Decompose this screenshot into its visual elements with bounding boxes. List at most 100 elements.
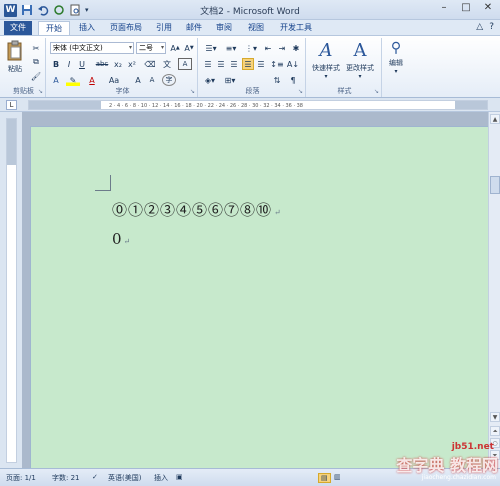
format-painter-icon[interactable]: 🖌: [30, 70, 42, 82]
sort-icon[interactable]: A↓: [286, 58, 300, 70]
maximize-button[interactable]: □: [460, 2, 472, 13]
ruler-ticks: 2 · 4 · 6 · 8 · 10 · 12 · 14 · 16 · 18 ·…: [109, 103, 303, 109]
align-center-icon[interactable]: ☰: [215, 58, 227, 70]
tab-references[interactable]: 引用: [152, 21, 176, 35]
multilevel-list-icon[interactable]: ⋮▾: [242, 42, 260, 54]
prev-page-button[interactable]: ⏶: [490, 426, 500, 436]
watermark-logo: jb51.net 查字典 教程网: [396, 442, 498, 476]
change-case-button[interactable]: Aa: [106, 74, 122, 86]
font-color-button[interactable]: A: [86, 74, 98, 86]
reading-view-icon[interactable]: ▥: [334, 473, 341, 481]
paragraph-mark: ↵: [274, 208, 282, 217]
tab-page-layout[interactable]: 页面布局: [104, 21, 148, 35]
group-label-font: 字体: [115, 87, 130, 95]
sort-az-icon[interactable]: ⇅: [270, 74, 284, 86]
tab-insert[interactable]: 插入: [74, 21, 100, 35]
status-language[interactable]: 英语(美国): [108, 473, 141, 483]
font-name-combo[interactable]: 宋体 (中文正文) ▾: [50, 42, 134, 54]
grow-font-icon[interactable]: A ▲: [169, 42, 181, 54]
shading-icon[interactable]: ◈▾: [202, 74, 218, 86]
scroll-down-button[interactable]: ▼: [490, 412, 500, 422]
group-paragraph: ☰▾ ≡▾ ⋮▾ ⇤ ⇥ ✱ ☰ ☰ ☰ ☰ ☰ ↕≡ A↓ ◈▾ ⊞▾ ⇅ ¶…: [200, 38, 306, 97]
paste-label: 粘贴: [8, 65, 22, 73]
status-words[interactable]: 字数: 21: [52, 473, 80, 483]
paste-button[interactable]: 粘贴: [6, 40, 24, 74]
align-left-icon[interactable]: ☰: [202, 58, 214, 70]
enclose-char-icon[interactable]: 字: [162, 74, 176, 86]
superscript-button[interactable]: x²: [126, 58, 138, 70]
horizontal-ruler[interactable]: 2 · 4 · 6 · 8 · 10 · 12 · 14 · 16 · 18 ·…: [28, 100, 488, 110]
paste-icon: [7, 40, 22, 61]
group-label-styles: 样式: [337, 87, 352, 95]
clipboard-launcher-icon[interactable]: ↘: [38, 88, 43, 95]
paragraph-launcher-icon[interactable]: ↘: [298, 88, 303, 95]
document-page[interactable]: ⓪①②③④⑤⑥⑦⑧⑩ ↵ 0 ↵: [30, 126, 488, 468]
decrease-indent-icon[interactable]: ⇤: [262, 42, 274, 54]
tab-home[interactable]: 开始: [38, 21, 70, 35]
grow-font-button[interactable]: A: [132, 74, 144, 86]
vruler-margin-top: [7, 119, 16, 165]
tab-mailings[interactable]: 邮件: [182, 21, 206, 35]
tab-selector-button[interactable]: L: [6, 100, 17, 110]
change-styles-button[interactable]: A 更改样式 ▾: [346, 40, 374, 80]
scroll-up-button[interactable]: ▲: [490, 114, 500, 124]
scroll-thumb[interactable]: [490, 176, 500, 194]
document-text-line-1[interactable]: ⓪①②③④⑤⑥⑦⑧⑩ ↵: [112, 199, 282, 220]
paragraph-mark: ↵: [123, 237, 131, 246]
status-insert-mode[interactable]: 插入: [154, 473, 168, 483]
tab-view[interactable]: 视图: [244, 21, 268, 35]
shrink-font-button[interactable]: A: [146, 74, 158, 86]
increase-indent-icon[interactable]: ⇥: [276, 42, 288, 54]
quick-styles-button[interactable]: A 快速样式 ▾: [312, 40, 340, 80]
align-right-icon[interactable]: ☰: [228, 58, 240, 70]
underline-button[interactable]: U: [76, 58, 88, 70]
chinese-layout-icon[interactable]: ✱: [290, 42, 302, 54]
editing-button[interactable]: ⚲ 编辑 ▾: [384, 40, 408, 75]
minimize-button[interactable]: –: [438, 2, 450, 13]
bold-button[interactable]: B: [50, 58, 62, 70]
collapse-ribbon-icon[interactable]: △: [476, 22, 483, 32]
chevron-down-icon: ▾: [160, 44, 164, 51]
watermark-main: 查字典 教程网: [396, 456, 498, 475]
subscript-button[interactable]: x₂: [112, 58, 124, 70]
proofing-icon[interactable]: ✓: [92, 473, 98, 481]
show-marks-icon[interactable]: ¶: [286, 74, 300, 86]
group-clipboard: 粘贴 ✂ ⧉ 🖌 剪贴板 ↘: [2, 38, 46, 97]
line-spacing-icon[interactable]: ↕≡: [270, 58, 284, 70]
justify-icon[interactable]: ☰: [242, 58, 254, 70]
group-font: 宋体 (中文正文) ▾ 二号 ▾ A ▲ A ▼ B I U abc x₂ x² ⌫…: [48, 38, 198, 97]
borders-icon[interactable]: ⊞▾: [222, 74, 238, 86]
ribbon: 粘贴 ✂ ⧉ 🖌 剪贴板 ↘ 宋体 (中文正文) ▾ 二号 ▾ A ▲ A ▼ B …: [0, 35, 500, 98]
vertical-ruler[interactable]: [6, 118, 17, 463]
shrink-font-icon[interactable]: A ▼: [183, 42, 195, 54]
highlight-icon[interactable]: ✎: [66, 74, 80, 86]
numbering-icon[interactable]: ≡▾: [222, 42, 240, 54]
chevron-down-icon: ▾: [358, 73, 362, 80]
strikethrough-button[interactable]: abc: [94, 58, 110, 70]
cut-icon[interactable]: ✂: [30, 42, 42, 54]
zero-text: 0: [112, 230, 122, 248]
macro-record-icon[interactable]: ▣: [176, 473, 183, 481]
print-layout-view-icon[interactable]: ▤: [318, 473, 331, 483]
distributed-icon[interactable]: ☰: [255, 58, 267, 70]
text-effects-button[interactable]: A: [50, 74, 62, 86]
group-label-paragraph: 段落: [245, 87, 260, 95]
status-page[interactable]: 页面: 1/1: [6, 473, 36, 483]
vertical-scrollbar[interactable]: ▲ ▼ ⏶ ○ ⏷: [488, 112, 500, 468]
copy-icon[interactable]: ⧉: [30, 56, 42, 68]
help-icon[interactable]: ?: [489, 22, 494, 32]
font-launcher-icon[interactable]: ↘: [190, 88, 195, 95]
italic-button[interactable]: I: [63, 58, 75, 70]
close-button[interactable]: ✕: [482, 2, 494, 13]
bullets-icon[interactable]: ☰▾: [202, 42, 220, 54]
tab-developer[interactable]: 开发工具: [276, 21, 316, 35]
document-text-line-2[interactable]: 0 ↵: [112, 230, 130, 248]
tab-review[interactable]: 审阅: [212, 21, 236, 35]
chevron-down-icon: ▾: [324, 73, 328, 80]
tab-file[interactable]: 文件: [4, 21, 32, 35]
styles-launcher-icon[interactable]: ↘: [374, 88, 379, 95]
clear-format-icon[interactable]: ⌫: [144, 58, 156, 70]
phonetic-guide-icon[interactable]: 文: [160, 58, 174, 70]
font-size-combo[interactable]: 二号 ▾: [136, 42, 166, 54]
char-border-icon[interactable]: A: [178, 58, 192, 70]
